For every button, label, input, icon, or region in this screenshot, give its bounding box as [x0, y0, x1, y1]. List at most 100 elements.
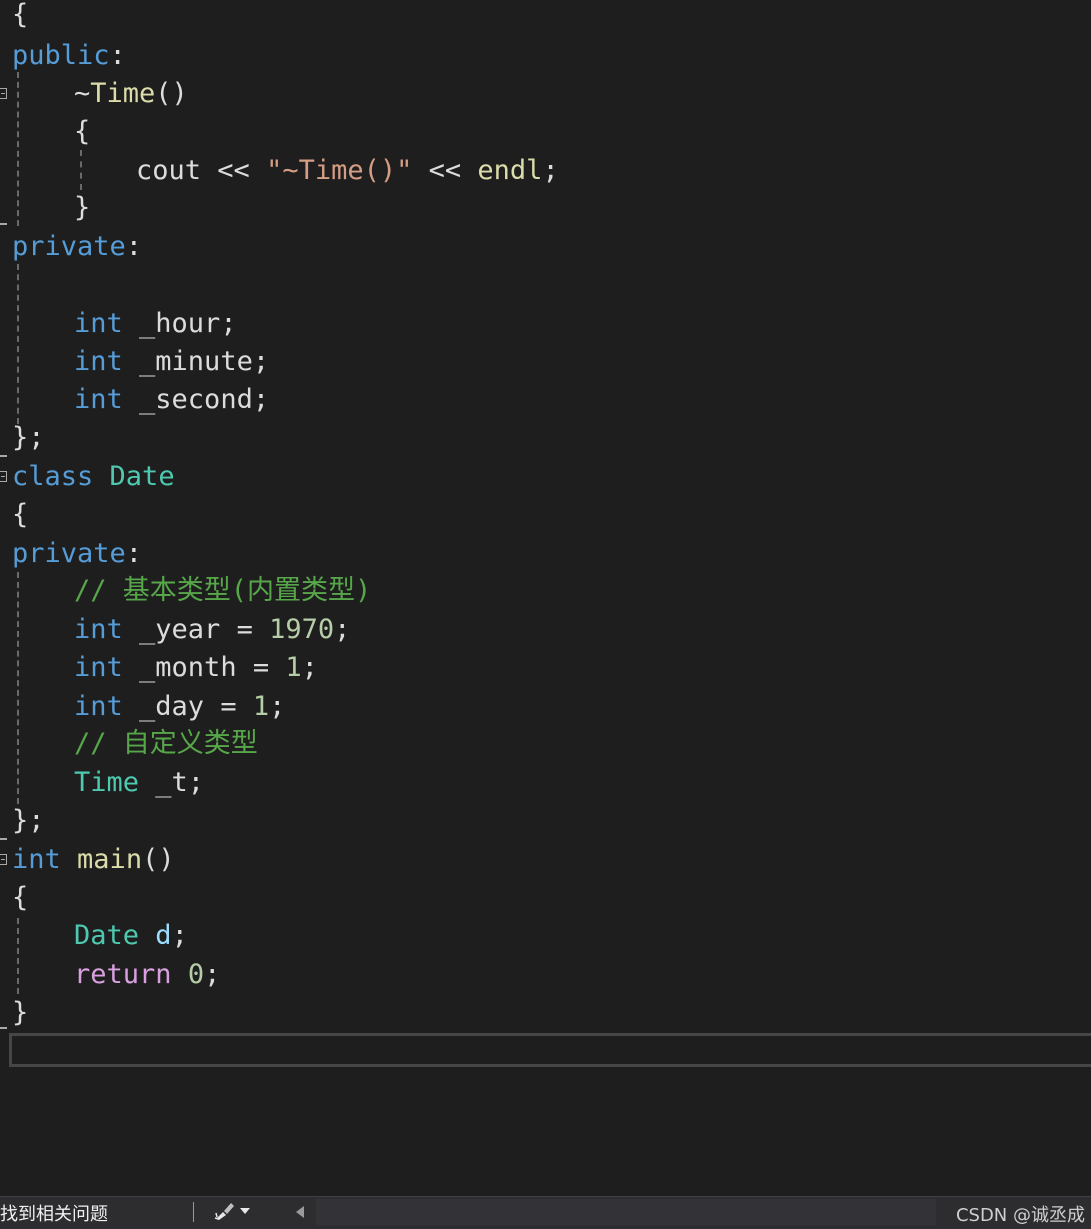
number-literal: 1	[252, 691, 270, 722]
parens: ()	[155, 78, 188, 109]
code-cleanup-button[interactable]	[210, 1199, 256, 1225]
colon: :	[125, 538, 143, 569]
member-month: _month =	[122, 652, 286, 683]
code-line: int _hour;	[12, 305, 237, 343]
class-end: };	[12, 805, 45, 836]
issues-status-text[interactable]: 找到相关问题	[0, 1200, 108, 1226]
semicolon: ;	[542, 155, 559, 186]
keyword-return: return	[74, 959, 172, 990]
operator: <<	[201, 155, 267, 186]
keyword-public: public	[12, 40, 110, 71]
member-year: _year =	[122, 614, 270, 645]
code-line: {	[12, 0, 28, 34]
code-line: cout << "~Time()" << endl;	[12, 152, 559, 190]
triangle-left-icon	[296, 1206, 304, 1218]
fold-end-marker	[0, 838, 7, 840]
comment: // 基本类型(内置类型)	[74, 575, 372, 606]
brace-open: {	[12, 882, 29, 913]
member-second: _second;	[122, 384, 270, 415]
code-line: private:	[12, 228, 142, 266]
scroll-left-button[interactable]	[288, 1199, 314, 1225]
member-hour: _hour;	[122, 308, 237, 339]
horizontal-scrollbar[interactable]	[316, 1199, 936, 1225]
collapse-icon[interactable]	[0, 88, 7, 99]
watermark: CSDN @诚丞成	[955, 1205, 1085, 1226]
number-literal: 1	[285, 652, 302, 683]
member-day: _day =	[122, 691, 253, 722]
member-t: _t;	[139, 767, 205, 798]
keyword-int: int	[74, 346, 123, 377]
code-line: int _minute;	[12, 343, 269, 381]
string-literal: "~Time()"	[266, 155, 413, 186]
code-line: ~Time()	[12, 75, 188, 113]
variable-d: d	[155, 920, 172, 951]
class-name-date: Date	[109, 461, 175, 492]
semicolon: ;	[269, 691, 286, 722]
brace-open: {	[74, 116, 91, 147]
keyword-int: int	[74, 308, 123, 339]
fold-end-marker	[0, 455, 7, 457]
semicolon: ;	[204, 959, 221, 990]
tilde: ~	[74, 78, 91, 109]
keyword-int: int	[12, 844, 61, 875]
keyword-int: int	[74, 384, 123, 415]
code-line: int _day = 1;	[12, 688, 285, 726]
keyword-private: private	[12, 538, 126, 569]
status-bar: 找到相关问题 CSDN @诚丞成	[0, 1196, 1091, 1229]
code-line: return 0;	[12, 956, 220, 994]
chevron-down-icon	[240, 1208, 250, 1214]
semicolon: ;	[301, 652, 318, 683]
cout-token: cout	[136, 155, 202, 186]
collapse-icon[interactable]	[0, 854, 7, 865]
keyword-int: int	[74, 691, 123, 722]
semicolon: ;	[171, 920, 188, 951]
code-line: int main()	[12, 841, 175, 879]
code-line: {	[12, 879, 28, 917]
parens: ()	[142, 844, 175, 875]
code-line: {	[12, 496, 28, 534]
code-line: // 基本类型(内置类型)	[12, 572, 371, 610]
code-line: public:	[12, 37, 126, 75]
keyword-int: int	[74, 652, 123, 683]
class-end: };	[12, 422, 45, 453]
code-line: // 自定义类型	[12, 725, 258, 763]
member-minute: _minute;	[122, 346, 270, 377]
semicolon: ;	[334, 614, 351, 645]
colon: :	[125, 231, 143, 262]
code-line: };	[12, 802, 45, 840]
brush-icon	[214, 1203, 234, 1220]
code-line: };	[12, 419, 45, 457]
operator: <<	[412, 155, 478, 186]
code-line: int _second;	[12, 381, 269, 419]
keyword-class: class	[12, 461, 94, 492]
fold-end-marker	[0, 1027, 7, 1029]
code-line: private:	[12, 535, 142, 573]
brace-open: {	[12, 0, 29, 30]
keyword-int: int	[74, 614, 123, 645]
current-line-highlight[interactable]	[9, 1033, 1091, 1067]
code-line: Date d;	[12, 917, 188, 955]
code-line: {	[12, 113, 90, 151]
endl-token: endl	[477, 155, 543, 186]
code-line: }	[12, 189, 90, 227]
comment: // 自定义类型	[74, 728, 258, 759]
brace-close: }	[12, 997, 29, 1028]
code-line: Time _t;	[12, 764, 204, 802]
function-main: main	[77, 844, 143, 875]
code-line: int _year = 1970;	[12, 611, 350, 649]
code-line: class Date	[12, 458, 175, 496]
code-editor[interactable]: { public: ~Time() { cout << "~Time()" <<…	[0, 0, 1091, 1196]
collapse-icon[interactable]	[0, 471, 7, 482]
type-date: Date	[74, 920, 140, 951]
destructor-name: Time	[90, 78, 156, 109]
code-line: int _month = 1;	[12, 649, 318, 687]
brace-close: }	[74, 192, 91, 223]
fold-end-marker	[0, 223, 7, 225]
type-time: Time	[74, 767, 140, 798]
keyword-private: private	[12, 231, 126, 262]
colon: :	[109, 40, 126, 71]
